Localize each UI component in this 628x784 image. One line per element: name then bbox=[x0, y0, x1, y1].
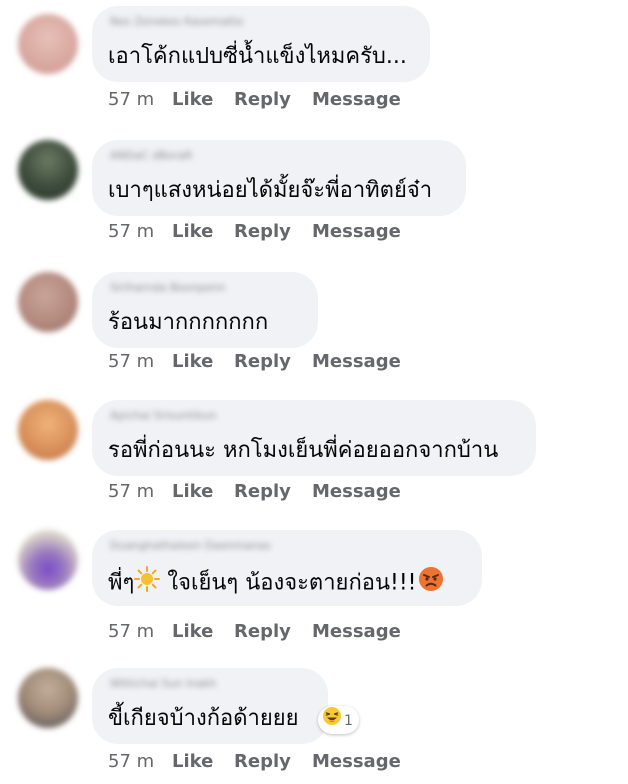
comment-text: รอพี่ก่อนนะ หกโมงเย็นพี่ค่อยออกจากบ้าน bbox=[108, 438, 499, 463]
comment-time[interactable]: 57 m bbox=[108, 348, 172, 376]
comment-author[interactable]: Apichai Srisuntibun bbox=[110, 410, 216, 422]
comment-time[interactable]: 57 m bbox=[108, 618, 172, 646]
reaction-badge[interactable]: 1 bbox=[318, 706, 359, 734]
like-button[interactable]: Like bbox=[172, 748, 234, 776]
comment-bubble[interactable]: Wittichai Sun Inakh ขี้เกียจบ้างก้อด้ายย… bbox=[92, 668, 328, 744]
comment-text-part: พี่ๆ bbox=[108, 570, 135, 596]
like-button[interactable]: Like bbox=[172, 86, 234, 114]
message-button[interactable]: Message bbox=[312, 618, 401, 646]
laughing-face-reaction-icon bbox=[322, 706, 342, 736]
avatar[interactable] bbox=[18, 400, 78, 460]
reply-button[interactable]: Reply bbox=[234, 748, 312, 776]
comment-actions: 57 m Like Reply Message bbox=[108, 748, 401, 776]
reply-button[interactable]: Reply bbox=[234, 618, 312, 646]
message-button[interactable]: Message bbox=[312, 86, 401, 114]
comment-bubble[interactable]: Duanghathaleen Daenmanas พี่ๆ ใจเย็นๆ น้… bbox=[92, 530, 482, 606]
comment-author[interactable]: Nes Zenekes Kasematte bbox=[110, 16, 243, 28]
comment-actions: 57 m Like Reply Message bbox=[108, 86, 401, 114]
like-button[interactable]: Like bbox=[172, 218, 234, 246]
avatar[interactable] bbox=[18, 530, 78, 590]
avatar[interactable] bbox=[18, 14, 78, 74]
reaction-count: 1 bbox=[344, 713, 353, 729]
comment-actions: 57 m Like Reply Message bbox=[108, 218, 401, 246]
message-button[interactable]: Message bbox=[312, 218, 401, 246]
comment-text: ขี้เกียจบ้างก้อด้ายยย bbox=[108, 706, 299, 731]
message-button[interactable]: Message bbox=[312, 478, 401, 506]
like-button[interactable]: Like bbox=[172, 348, 234, 376]
comment-text-part: ใจเย็นๆ น้องจะตายก่อน!!! bbox=[160, 570, 417, 596]
comment-bubble[interactable]: ANDaC dBoraR เบาๆแสงหน่อยได้มั้ยจ๊ะพี่อา… bbox=[92, 140, 466, 216]
like-button[interactable]: Like bbox=[172, 618, 234, 646]
angry-face-emoji-icon bbox=[418, 566, 444, 601]
avatar[interactable] bbox=[18, 668, 78, 728]
comment-bubble[interactable]: Apichai Srisuntibun รอพี่ก่อนนะ หกโมงเย็… bbox=[92, 400, 536, 476]
avatar[interactable] bbox=[18, 140, 78, 200]
reply-button[interactable]: Reply bbox=[234, 348, 312, 376]
comment-time[interactable]: 57 m bbox=[108, 748, 172, 776]
comment-actions: 57 m Like Reply Message bbox=[108, 348, 401, 376]
reply-button[interactable]: Reply bbox=[234, 86, 312, 114]
comment-text: เบาๆแสงหน่อยได้มั้ยจ๊ะพี่อาทิตย์จ๋า bbox=[108, 178, 433, 203]
comment-text: เอาโค้กแปบซี่น้ำแข็งไหมครับ... bbox=[108, 44, 407, 69]
message-button[interactable]: Message bbox=[312, 348, 401, 376]
message-button[interactable]: Message bbox=[312, 748, 401, 776]
comment-author[interactable]: Siriharnda Boonpenn bbox=[110, 282, 226, 294]
comment-bubble[interactable]: Nes Zenekes Kasematte เอาโค้กแปบซี่น้ำแข… bbox=[92, 6, 430, 82]
comment-author[interactable]: ANDaC dBoraR bbox=[110, 150, 192, 162]
comment-actions: 57 m Like Reply Message bbox=[108, 478, 401, 506]
comment-actions: 57 m Like Reply Message bbox=[108, 618, 401, 646]
comment-bubble[interactable]: Siriharnda Boonpenn ร้อนมากกกกกกก bbox=[92, 272, 318, 348]
comment-text: พี่ๆ ใจเย็นๆ น้องจะตายก่อน!!! bbox=[108, 566, 444, 601]
reply-button[interactable]: Reply bbox=[234, 218, 312, 246]
avatar[interactable] bbox=[18, 272, 78, 332]
comment-author[interactable]: Wittichai Sun Inakh bbox=[110, 678, 216, 690]
comment-author[interactable]: Duanghathaleen Daenmanas bbox=[110, 540, 271, 552]
reply-button[interactable]: Reply bbox=[234, 478, 312, 506]
sun-emoji-icon bbox=[134, 566, 161, 601]
comment-time[interactable]: 57 m bbox=[108, 478, 172, 506]
comment-text: ร้อนมากกกกกกก bbox=[108, 310, 269, 335]
like-button[interactable]: Like bbox=[172, 478, 234, 506]
comment-time[interactable]: 57 m bbox=[108, 218, 172, 246]
comment-time[interactable]: 57 m bbox=[108, 86, 172, 114]
